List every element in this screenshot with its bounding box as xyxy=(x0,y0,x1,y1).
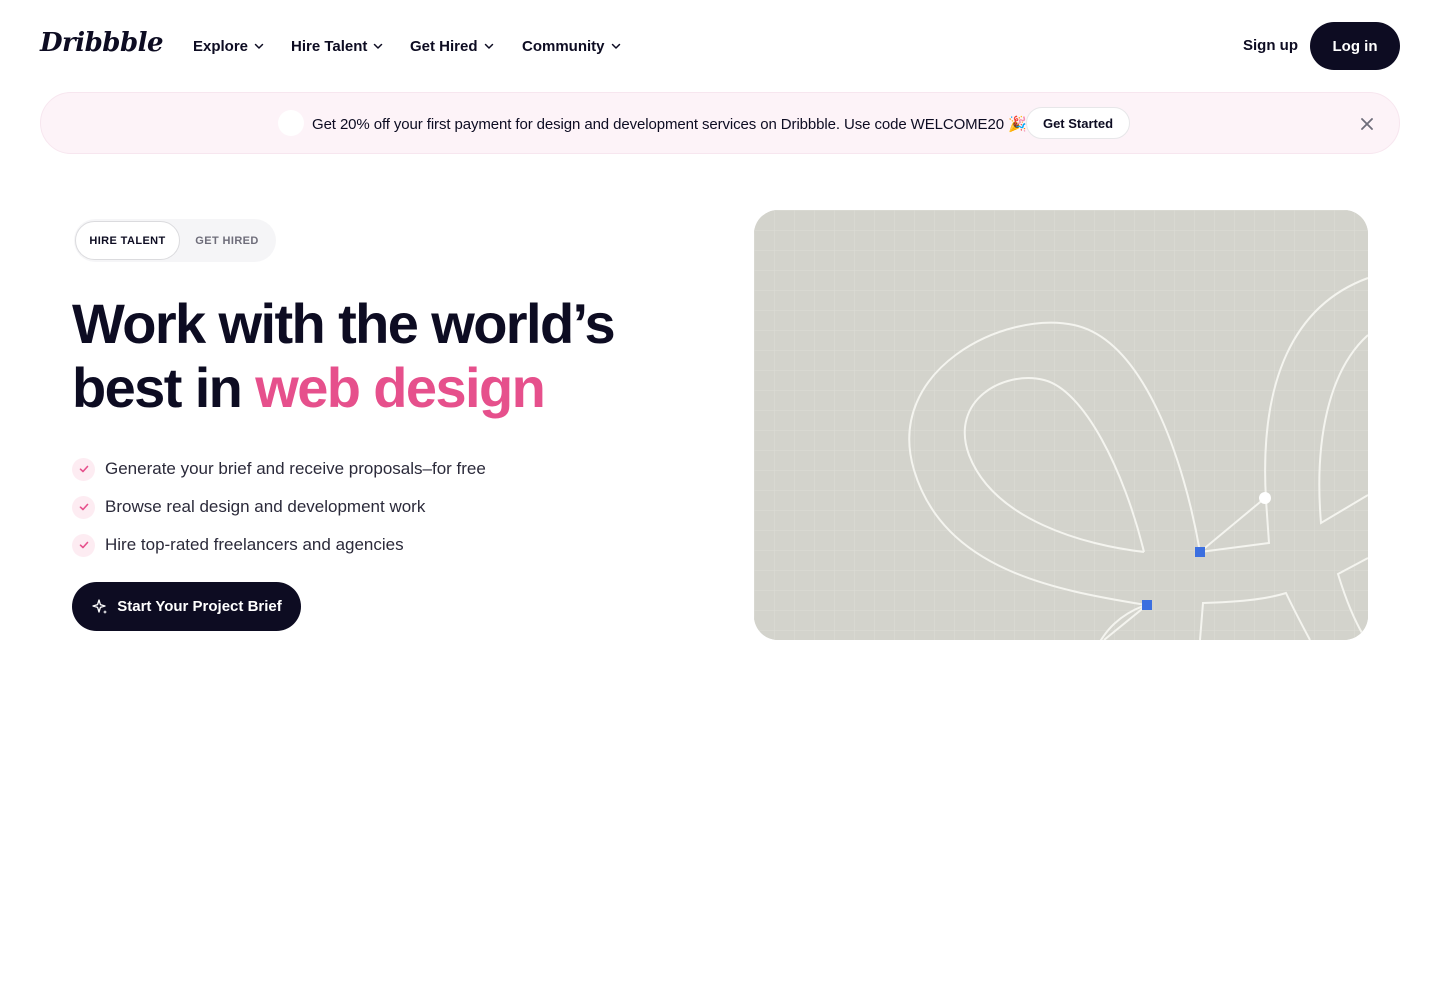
nav-community-label: Community xyxy=(522,37,605,55)
check-icon xyxy=(72,533,95,557)
close-icon[interactable] xyxy=(1359,116,1375,132)
check-icon xyxy=(72,495,95,519)
hero-illustration xyxy=(754,210,1368,640)
nav-get-hired[interactable]: Get Hired xyxy=(410,36,522,56)
chevron-down-icon xyxy=(611,43,620,49)
chevron-down-icon xyxy=(254,43,264,49)
list-item: Browse real design and development work xyxy=(72,488,486,526)
chevron-down-icon xyxy=(374,43,383,49)
headline-line-1: Work with the world’s xyxy=(72,292,616,355)
nav-community[interactable]: Community xyxy=(522,36,632,56)
sign-up-link[interactable]: Sign up xyxy=(1243,37,1298,54)
headline-accent: web design xyxy=(255,356,546,419)
bezier-curve-illustration xyxy=(754,210,1368,640)
dribbble-logo[interactable]: Dribbble xyxy=(40,28,164,58)
log-in-button[interactable]: Log in xyxy=(1310,22,1400,70)
feature-text: Generate your brief and receive proposal… xyxy=(105,459,486,478)
chevron-down-icon xyxy=(484,43,493,49)
toggle-hire-talent[interactable]: HIRE TALENT xyxy=(75,221,180,260)
headline-line-2-prefix: best in xyxy=(72,356,256,419)
toggle-get-hired[interactable]: GET HIRED xyxy=(186,221,268,260)
nav-hire-talent-label: Hire Talent xyxy=(291,37,368,55)
audience-toggle: HIRE TALENT GET HIRED xyxy=(74,219,276,262)
site-header: Dribbble Explore Hire Talent Get Hired C… xyxy=(0,0,1440,92)
feature-text: Hire top-rated freelancers and agencies xyxy=(105,535,404,554)
get-started-button[interactable]: Get Started xyxy=(1026,107,1130,139)
check-icon xyxy=(72,457,95,481)
promo-avatar xyxy=(278,110,304,136)
feature-list: Generate your brief and receive proposal… xyxy=(72,450,486,564)
start-project-brief-button[interactable]: Start Your Project Brief xyxy=(72,582,301,631)
nav-hire-talent[interactable]: Hire Talent xyxy=(291,36,410,56)
nav-explore-label: Explore xyxy=(193,37,249,55)
list-item: Generate your brief and receive proposal… xyxy=(72,450,486,488)
cta-label: Start Your Project Brief xyxy=(117,598,282,615)
promo-banner: Get 20% off your first payment for desig… xyxy=(40,92,1400,154)
sparkle-icon xyxy=(92,598,108,614)
nav-get-hired-label: Get Hired xyxy=(410,37,478,55)
list-item: Hire top-rated freelancers and agencies xyxy=(72,526,486,564)
hero-headline: Work with the world’s best in web design xyxy=(72,292,732,420)
feature-text: Browse real design and development work xyxy=(105,497,426,516)
main-nav: Explore Hire Talent Get Hired Community xyxy=(193,36,632,56)
nav-explore[interactable]: Explore xyxy=(193,36,291,56)
promo-text: Get 20% off your first payment for desig… xyxy=(312,116,1027,133)
